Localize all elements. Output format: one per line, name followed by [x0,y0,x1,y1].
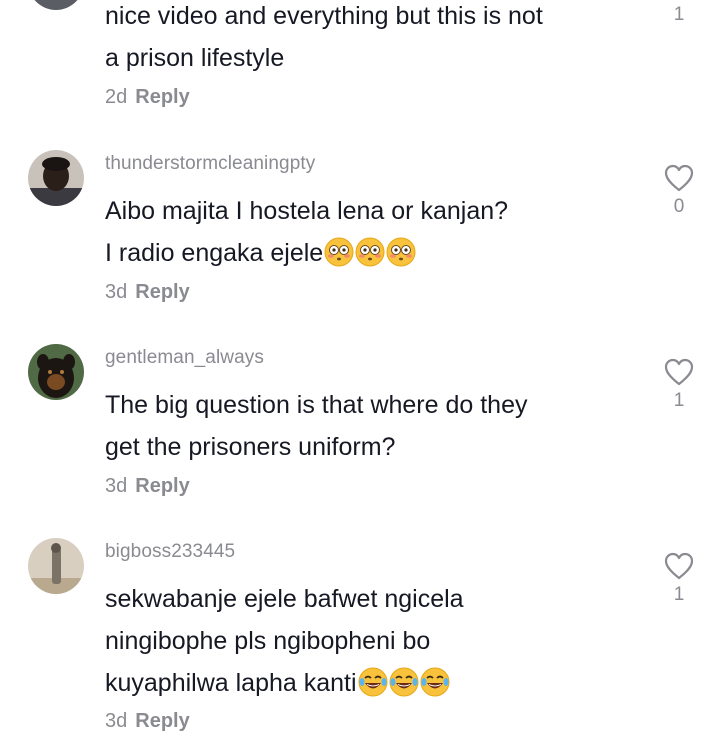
reply-button[interactable]: Reply [135,86,189,108]
username[interactable]: thunderstormcleaningpty [105,153,315,175]
username[interactable]: gentleman_always [105,347,264,369]
heart-outline-icon [664,552,694,580]
like-count: 1 [673,4,685,25]
reply-button[interactable]: Reply [135,475,189,497]
like-button[interactable]: 1 [658,358,700,412]
avatar[interactable] [28,344,84,400]
like-button[interactable]: 0 [658,164,700,218]
reply-button[interactable]: Reply [135,710,189,732]
comment-line: ningibophe pls ngibopheni bo [105,627,431,655]
like-count: 1 [673,584,685,605]
avatar[interactable] [28,0,84,10]
like-button[interactable]: 1 [658,552,700,606]
avatar[interactable] [28,150,84,206]
tears-of-joy-face-icon [358,667,388,697]
comment-line: kuyaphilwa lapha kanti [105,662,615,704]
reply-button[interactable]: Reply [135,281,189,303]
flushed-face-icon [386,237,416,267]
comment-time: 3d [105,710,128,732]
comment-line: a prison lifestyle [105,44,285,72]
tears-of-joy-face-icon [420,667,450,697]
flushed-face-icon [324,237,354,267]
heart-outline-icon [664,358,694,386]
comment-text: nice video and everything but this is no… [105,0,615,79]
comment-line: sekwabanje ejele bafwet ngicela [105,585,464,613]
tears-of-joy-face-icon [389,667,419,697]
comment-line: nice video and everything but this is no… [105,2,543,30]
comment-text: sekwabanje ejele bafwet ngicela ningibop… [105,578,615,704]
comment-line: The big question is that where do they [105,391,528,419]
heart-outline-icon [664,164,694,192]
like-count: 0 [673,196,685,217]
comment-meta: 3d Reply [105,475,190,498]
comment-text: The big question is that where do they g… [105,384,615,468]
comment-time: 3d [105,281,128,303]
comment-line: I radio engaka ejele [105,232,615,274]
comment-time: 2d [105,86,128,108]
comment-time: 3d [105,475,128,497]
like-button[interactable]: 1 [658,4,700,26]
comment-meta: 2d Reply [105,86,190,109]
comment-line: Aibo majita I hostela lena or kanjan? [105,197,509,225]
comment-text: Aibo majita I hostela lena or kanjan? I … [105,190,615,274]
comments-list: nice video and everything but this is no… [0,0,720,740]
comment-meta: 3d Reply [105,710,190,733]
like-count: 1 [673,390,685,411]
flushed-face-icon [355,237,385,267]
avatar[interactable] [28,538,84,594]
username[interactable]: bigboss233445 [105,541,235,563]
comment-meta: 3d Reply [105,281,190,304]
comment-line: get the prisoners uniform? [105,433,396,461]
